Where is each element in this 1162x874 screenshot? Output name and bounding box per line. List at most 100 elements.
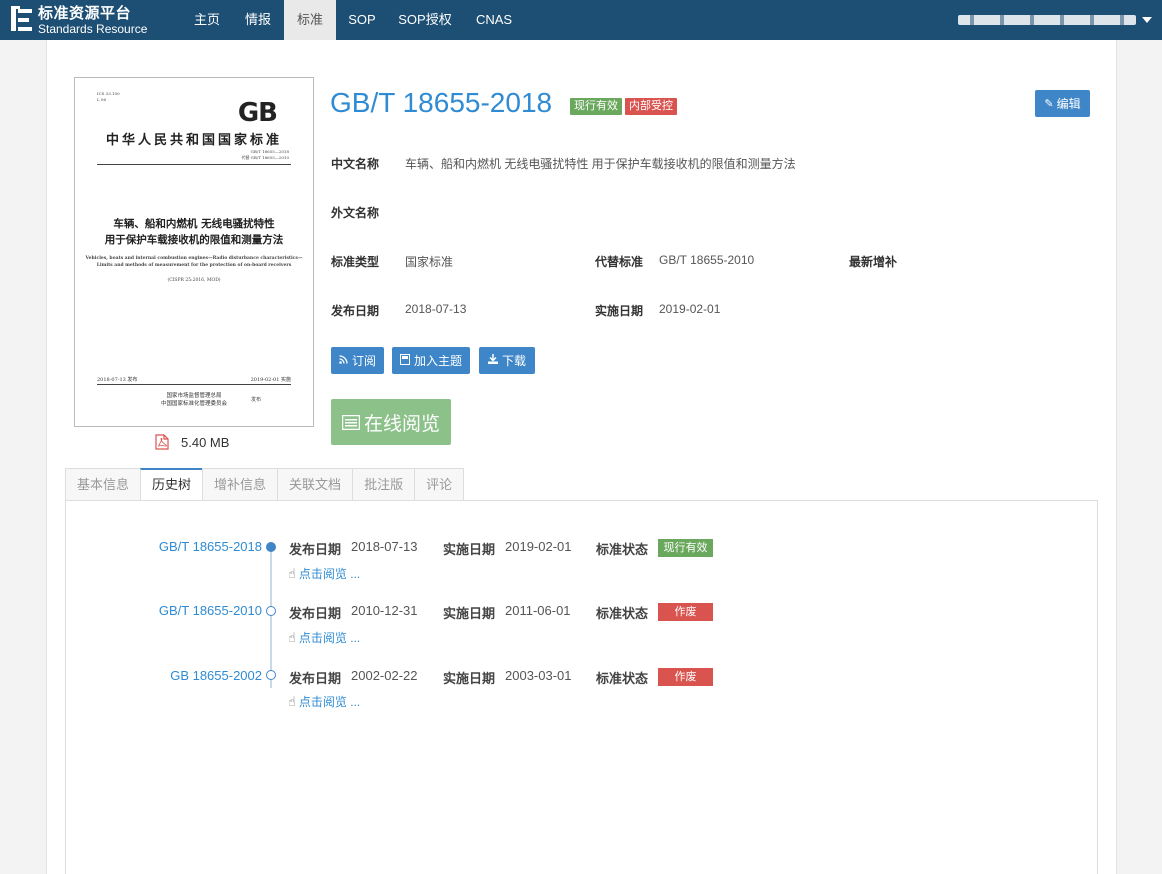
history-status-badge: 现行有效	[658, 539, 713, 557]
nav-sop[interactable]: SOP	[340, 0, 384, 40]
brand[interactable]: 标准资源平台 Standards Resource	[10, 4, 147, 36]
edit-button[interactable]: ✎ 编辑	[1035, 90, 1090, 117]
nav-sop-auth[interactable]: SOP授权	[393, 0, 457, 40]
history-status-badge: 作废	[658, 603, 713, 621]
history-impl-label: 实施日期	[443, 671, 496, 686]
chevron-down-icon	[1142, 17, 1152, 23]
subscribe-button[interactable]: 订阅	[331, 347, 384, 374]
cover-rule-bottom	[97, 384, 291, 385]
gb-logo: GB	[237, 98, 278, 128]
cover-issuer-2: 中国国家标准化管理委员会	[160, 401, 227, 407]
history-standard-link[interactable]: GB 18655-2002	[122, 668, 262, 683]
book-icon	[399, 353, 410, 368]
history-tree-line	[270, 548, 272, 688]
cover-title-line-1: 车辆、船和内燃机 无线电骚扰特性	[113, 218, 275, 230]
history-impl-value: 2011-06-01	[505, 603, 571, 618]
thumbs-up-icon: ☝	[288, 629, 296, 645]
history-publish-value: 2002-02-22	[351, 668, 418, 683]
tab-supplement[interactable]: 增补信息	[202, 468, 278, 501]
history-read-label: 点击阅览 ...	[298, 567, 361, 581]
cover-title-line-2: 用于保护车载接收机的限值和测量方法	[104, 234, 284, 246]
cover-standard-title: 车辆、船和内燃机 无线电骚扰特性 用于保护车载接收机的限值和测量方法	[75, 216, 313, 248]
history-status-label: 标准状态	[596, 606, 649, 621]
user-name-redacted	[958, 15, 1136, 25]
brand-name-en: Standards Resource	[38, 21, 148, 36]
cn-name-label: 中文名称	[331, 157, 380, 171]
cover-cispr: (CISPR 25:2016, MOD)	[167, 278, 221, 283]
status-badge-internal: 内部受控	[625, 98, 677, 115]
subscribe-label: 订阅	[351, 354, 376, 368]
cover-issue-date: 2018-07-13 发布	[97, 377, 138, 383]
download-icon	[487, 354, 498, 367]
pencil-icon: ✎	[1044, 98, 1054, 110]
history-node-current	[266, 542, 276, 552]
download-button[interactable]: 下载	[479, 347, 535, 374]
cover-en-line-1: Vehicles, boats and internal combustion …	[85, 256, 303, 261]
cover-issuer: 国家市场监督管理总局 中国国家标准化管理委员会	[75, 392, 313, 408]
history-publish-value: 2010-12-31	[351, 603, 418, 618]
file-size-value: 5.40 MB	[181, 434, 230, 450]
history-read-label: 点击阅览 ...	[298, 631, 361, 645]
type-label: 标准类型	[331, 255, 380, 269]
user-menu[interactable]	[958, 0, 1152, 40]
tab-history-tree[interactable]: 历史树	[140, 468, 203, 501]
history-status-label: 标准状态	[596, 671, 649, 686]
top-navbar: 标准资源平台 Standards Resource 主页 情报 标准 SOP S…	[0, 0, 1162, 40]
type-value: 国家标准	[405, 255, 454, 269]
pdf-file-icon	[155, 434, 169, 450]
add-topic-button[interactable]: 加入主题	[392, 347, 470, 374]
reader-icon	[341, 414, 360, 430]
read-online-label: 在线阅览	[363, 413, 440, 435]
nav-cnas[interactable]: CNAS	[468, 0, 520, 40]
tab-comments[interactable]: 评论	[414, 468, 465, 501]
history-read-link[interactable]: ☝ 点击阅览 ...	[288, 693, 360, 710]
cover-issuer-1: 国家市场监督管理总局	[166, 393, 222, 399]
detail-tabs: 基本信息 历史树 增补信息 关联文档 批注版 评论	[65, 468, 465, 501]
standard-cover-image[interactable]: ICS 33.100 L 06 GB 中华人民共和国国家标准 GB/T 1865…	[74, 77, 314, 427]
cover-issue-word: 发布	[251, 397, 262, 403]
history-impl-label: 实施日期	[443, 606, 496, 621]
impl-date-label: 实施日期	[595, 304, 644, 318]
tab-annotated[interactable]: 批注版	[352, 468, 415, 501]
standard-number: GB/T 18655-2018	[330, 87, 553, 118]
read-online-button[interactable]: 在线阅览	[331, 399, 451, 445]
brand-name-cn: 标准资源平台	[38, 4, 132, 22]
cover-rule-top	[97, 164, 291, 165]
brand-logo-icon	[11, 6, 32, 31]
tab-related-docs[interactable]: 关联文档	[277, 468, 353, 501]
replace-value: GB/T 18655-2010	[659, 253, 755, 267]
cover-ccs: L 06	[97, 97, 107, 102]
history-impl-value: 2019-02-01	[505, 539, 572, 554]
download-label: 下载	[501, 354, 526, 368]
history-publish-label: 发布日期	[289, 542, 342, 557]
history-read-label: 点击阅览 ...	[298, 695, 361, 709]
history-node	[266, 606, 276, 616]
history-publish-label: 发布日期	[289, 606, 342, 621]
history-standard-link[interactable]: GB/T 18655-2018	[122, 539, 262, 554]
history-node	[266, 670, 276, 680]
cn-name-value: 车辆、船和内燃机 无线电骚扰特性 用于保护车载接收机的限值和测量方法	[405, 157, 796, 171]
thumbs-up-icon: ☝	[288, 693, 296, 709]
replace-label: 代替标准	[595, 255, 644, 269]
nav-intelligence[interactable]: 情报	[236, 0, 280, 40]
cover-impl-date: 2019-02-01 实施	[250, 377, 291, 383]
add-topic-label: 加入主题	[413, 354, 462, 368]
edit-button-label: 编辑	[1056, 97, 1081, 111]
history-read-link[interactable]: ☝ 点击阅览 ...	[288, 565, 360, 582]
nav-home[interactable]: 主页	[185, 0, 229, 40]
history-tree-panel	[65, 500, 1098, 874]
latest-supplement-label: 最新增补	[849, 255, 898, 269]
cover-en-line-2: Limits and methods of measurement for th…	[96, 263, 292, 268]
tab-basic-info[interactable]: 基本信息	[65, 468, 141, 501]
history-standard-link[interactable]: GB/T 18655-2010	[122, 603, 262, 618]
history-impl-label: 实施日期	[443, 542, 496, 557]
cover-code-replace: 代替 GB/T 18655—2010	[241, 155, 289, 160]
cover-country-title: 中华人民共和国国家标准	[105, 133, 282, 148]
history-status-badge: 作废	[658, 668, 713, 686]
history-publish-label: 发布日期	[289, 671, 342, 686]
nav-standards[interactable]: 标准	[284, 0, 336, 40]
history-impl-value: 2003-03-01	[505, 668, 572, 683]
status-badges: 现行有效 内部受控	[570, 98, 677, 115]
file-size[interactable]: 5.40 MB	[155, 432, 229, 452]
history-read-link[interactable]: ☝ 点击阅览 ...	[288, 629, 360, 646]
